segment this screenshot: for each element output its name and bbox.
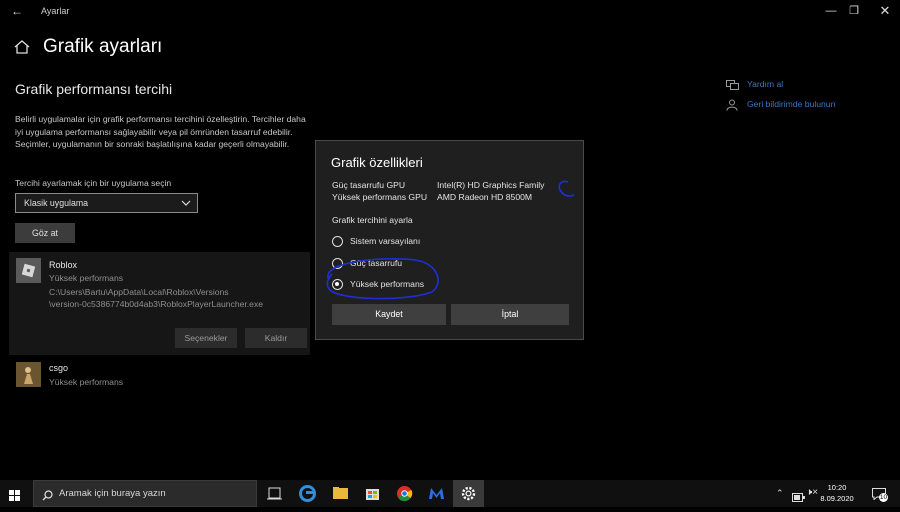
options-button[interactable]: Seçenekler [175,328,237,348]
page-title: Grafik ayarları [43,36,163,57]
app-path-line1: C:\Users\Bartu\AppData\Local\Roblox\Vers… [49,287,229,297]
file-explorer-icon[interactable] [325,480,356,507]
dialog-title: Grafik özellikleri [331,155,423,170]
search-icon [42,488,53,506]
app-type-select-value: Klasik uygulama [24,198,89,208]
app-path-line2: \version-0c5386774b0d4ab3\RobloxPlayerLa… [49,299,264,309]
chrome-icon[interactable] [389,480,420,507]
app-name: Roblox [49,260,78,270]
clock-time: 10:20 [827,483,847,492]
taskbar-search-box[interactable]: Aramak için buraya yazın [33,480,257,507]
malwarebytes-icon[interactable] [421,480,452,507]
chevron-down-icon [181,200,191,206]
task-view-icon[interactable] [259,480,290,507]
description-text: Belirli uygulamalar için grafik performa… [15,114,306,150]
csgo-app-icon [16,362,41,387]
taskbar-clock[interactable]: 10:20 8.09.2020 [812,482,862,504]
windows-start-icon[interactable] [9,488,20,506]
edge-icon[interactable] [292,480,323,507]
home-icon[interactable] [14,40,30,59]
back-arrow-icon[interactable]: ← [11,4,23,18]
taskbar: Aramak için buraya yazın ⌃ 🕨× 10:20 8.09… [0,480,900,507]
app-list-item-csgo[interactable]: csgo Yüksek performans [9,360,310,392]
select-label: Tercihi ayarlamak için bir uygulama seçi… [15,178,172,188]
app-preference: Yüksek performans [49,273,124,283]
clock-date: 8.09.2020 [820,494,854,503]
feedback-person-icon [726,98,738,116]
roblox-app-icon [16,258,41,283]
get-help-link[interactable]: Yardım al [747,79,783,89]
battery-icon[interactable] [792,489,805,507]
help-chat-icon [726,78,739,96]
chevron-up-icon[interactable]: ⌃ [776,488,784,499]
search-placeholder: Aramak için buraya yazın [59,488,166,499]
app-type-select[interactable]: Klasik uygulama [15,193,198,213]
section-title: Grafik performansı tercihi [15,81,173,97]
remove-button[interactable]: Kaldır [245,328,307,348]
close-icon[interactable]: ✕ [862,0,900,24]
window-title: Ayarlar [41,6,70,16]
store-icon[interactable] [357,480,388,507]
settings-gear-icon[interactable] [453,480,484,507]
browse-button[interactable]: Göz at [15,223,75,243]
feedback-link[interactable]: Geri bildirimde bulunun [747,99,835,109]
notification-badge: 10 [879,493,888,502]
app-preference: Yüksek performans [49,377,124,387]
cancel-button[interactable]: İptal [451,304,569,325]
save-button[interactable]: Kaydet [332,304,446,325]
app-list-item-roblox[interactable]: Roblox Yüksek performans C:\Users\Bartu\… [9,252,310,355]
title-bar: ← Ayarlar — ❐ ✕ [0,0,900,24]
pen-annotation [326,180,575,300]
app-name: csgo [49,363,69,373]
